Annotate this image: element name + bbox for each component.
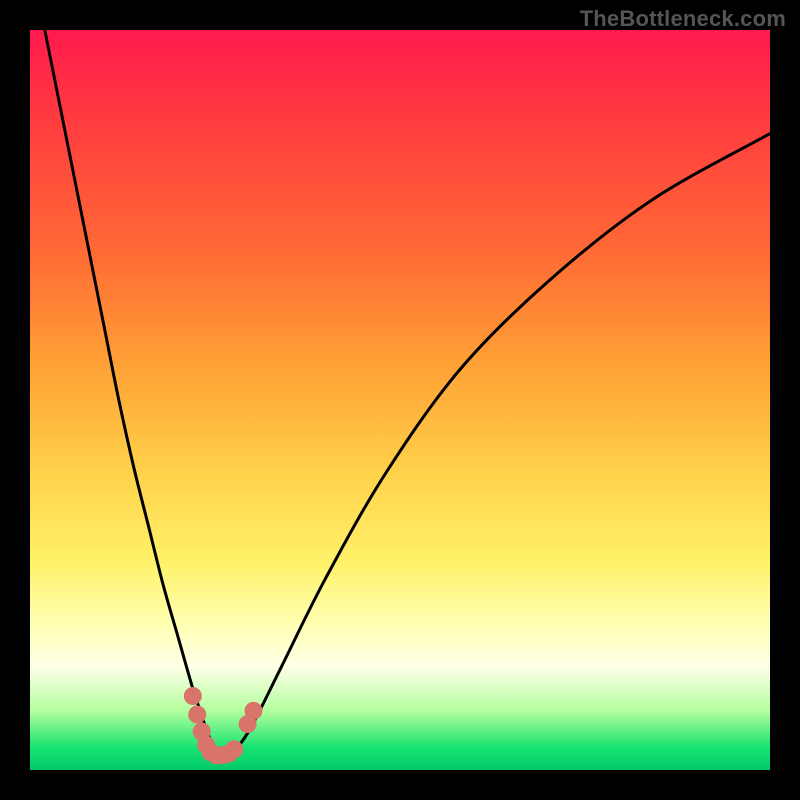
bottleneck-curve-path: [45, 30, 770, 756]
chart-frame: TheBottleneck.com: [0, 0, 800, 800]
highlight-marker: [244, 702, 262, 720]
plot-area: [30, 30, 770, 770]
highlight-marker: [225, 740, 243, 758]
highlight-marker: [188, 706, 206, 724]
highlight-marker: [184, 687, 202, 705]
watermark-text: TheBottleneck.com: [580, 6, 786, 32]
marker-group: [184, 687, 263, 764]
curve-layer: [30, 30, 770, 770]
